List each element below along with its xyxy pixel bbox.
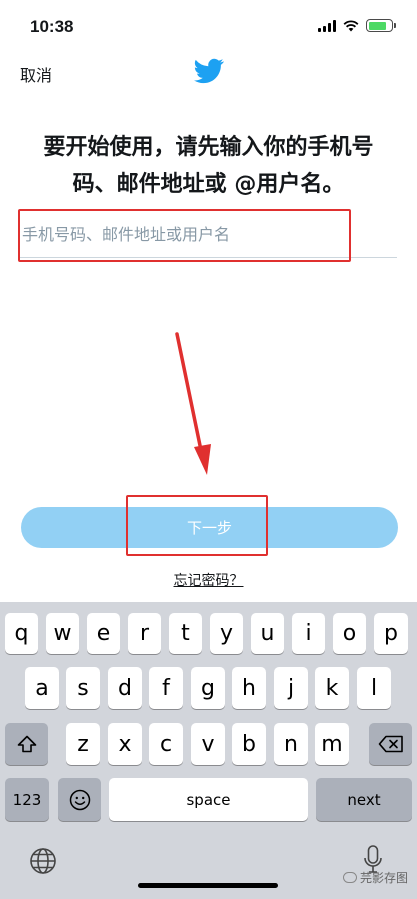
key-r[interactable]: r bbox=[128, 613, 161, 654]
twitter-bird-icon bbox=[194, 58, 224, 84]
key-m[interactable]: m bbox=[315, 723, 349, 765]
status-time: 10:38 bbox=[30, 17, 74, 36]
key-y[interactable]: y bbox=[210, 613, 243, 654]
key-j[interactable]: j bbox=[274, 667, 308, 709]
identifier-input[interactable] bbox=[20, 212, 397, 256]
key-v[interactable]: v bbox=[191, 723, 225, 765]
emoji-key[interactable] bbox=[58, 778, 101, 821]
numbers-key[interactable]: 123 bbox=[5, 778, 49, 821]
home-indicator bbox=[138, 883, 278, 888]
key-f[interactable]: f bbox=[149, 667, 183, 709]
nav-bar: 取消 bbox=[0, 52, 417, 96]
next-key[interactable]: next bbox=[316, 778, 412, 821]
key-d[interactable]: d bbox=[108, 667, 142, 709]
cellular-signal-icon bbox=[318, 19, 336, 32]
key-e[interactable]: e bbox=[87, 613, 120, 654]
delete-icon bbox=[378, 735, 403, 753]
delete-key[interactable] bbox=[369, 723, 412, 765]
key-w[interactable]: w bbox=[46, 613, 79, 654]
key-z[interactable]: z bbox=[66, 723, 100, 765]
shift-icon bbox=[17, 735, 36, 753]
annotation-arrow bbox=[175, 332, 211, 475]
watermark-text: 芫影存图 bbox=[360, 871, 409, 885]
globe-icon[interactable] bbox=[28, 846, 58, 876]
key-s[interactable]: s bbox=[66, 667, 100, 709]
key-x[interactable]: x bbox=[108, 723, 142, 765]
key-t[interactable]: t bbox=[169, 613, 202, 654]
key-p[interactable]: p bbox=[374, 613, 408, 654]
key-k[interactable]: k bbox=[315, 667, 349, 709]
wechat-logo-icon bbox=[343, 872, 357, 883]
key-u[interactable]: u bbox=[251, 613, 284, 654]
key-o[interactable]: o bbox=[333, 613, 366, 654]
identifier-field bbox=[20, 212, 397, 258]
wifi-icon bbox=[343, 19, 359, 31]
forgot-password-link[interactable]: 忘记密码？ bbox=[0, 570, 417, 590]
key-q[interactable]: q bbox=[5, 613, 38, 654]
key-g[interactable]: g bbox=[191, 667, 225, 709]
emoji-icon bbox=[69, 789, 90, 810]
key-i[interactable]: i bbox=[292, 613, 325, 654]
next-button-label: 下一步 bbox=[186, 519, 232, 537]
watermark: 芫影存图 bbox=[343, 869, 408, 886]
page-title: 要开始使用，请先输入你的手机号 码、邮件地址或 @用户名。 bbox=[20, 129, 397, 203]
headline-line-2: 码、邮件地址或 @用户名。 bbox=[72, 172, 345, 197]
key-b[interactable]: b bbox=[232, 723, 266, 765]
key-c[interactable]: c bbox=[149, 723, 183, 765]
cancel-button[interactable]: 取消 bbox=[20, 62, 52, 86]
key-h[interactable]: h bbox=[232, 667, 266, 709]
shift-key[interactable] bbox=[5, 723, 48, 765]
space-key[interactable]: space bbox=[109, 778, 308, 821]
key-a[interactable]: a bbox=[25, 667, 59, 709]
next-button[interactable]: 下一步 bbox=[21, 507, 398, 548]
battery-icon bbox=[366, 19, 396, 32]
key-l[interactable]: l bbox=[357, 667, 391, 709]
status-bar: 10:38 bbox=[0, 0, 417, 52]
headline-line-1: 要开始使用，请先输入你的手机号 bbox=[43, 135, 374, 160]
key-n[interactable]: n bbox=[274, 723, 308, 765]
forgot-password-label: 忘记密码？ bbox=[173, 573, 244, 589]
status-icons bbox=[318, 19, 396, 32]
